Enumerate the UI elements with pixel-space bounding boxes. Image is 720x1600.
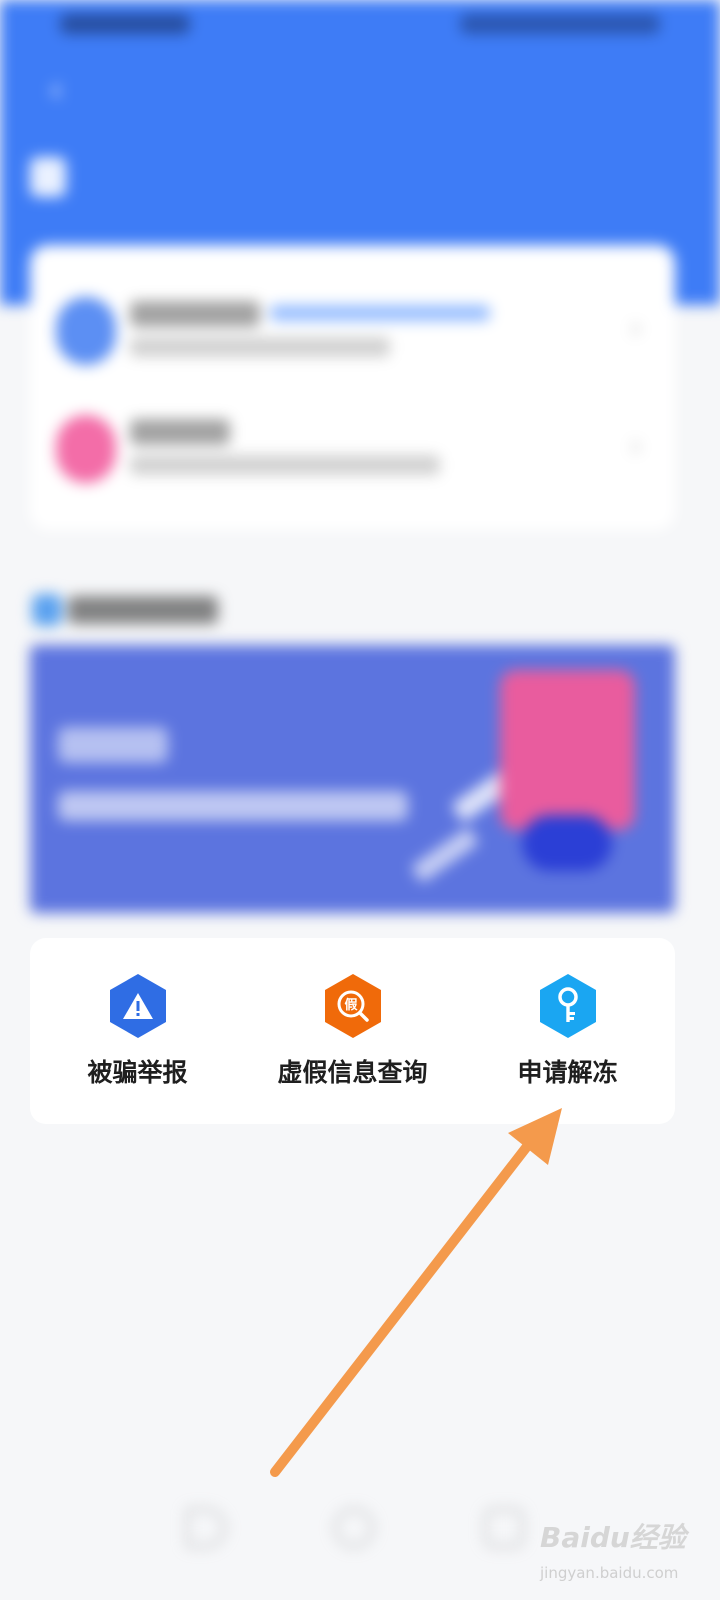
watermark-logo: Baidu经验 [540, 1521, 686, 1554]
baidu-watermark: Baidu经验 jingyan.baidu.com [540, 1500, 700, 1590]
watermark-url: jingyan.baidu.com [540, 1564, 679, 1582]
annotation-arrow [270, 1108, 562, 1477]
